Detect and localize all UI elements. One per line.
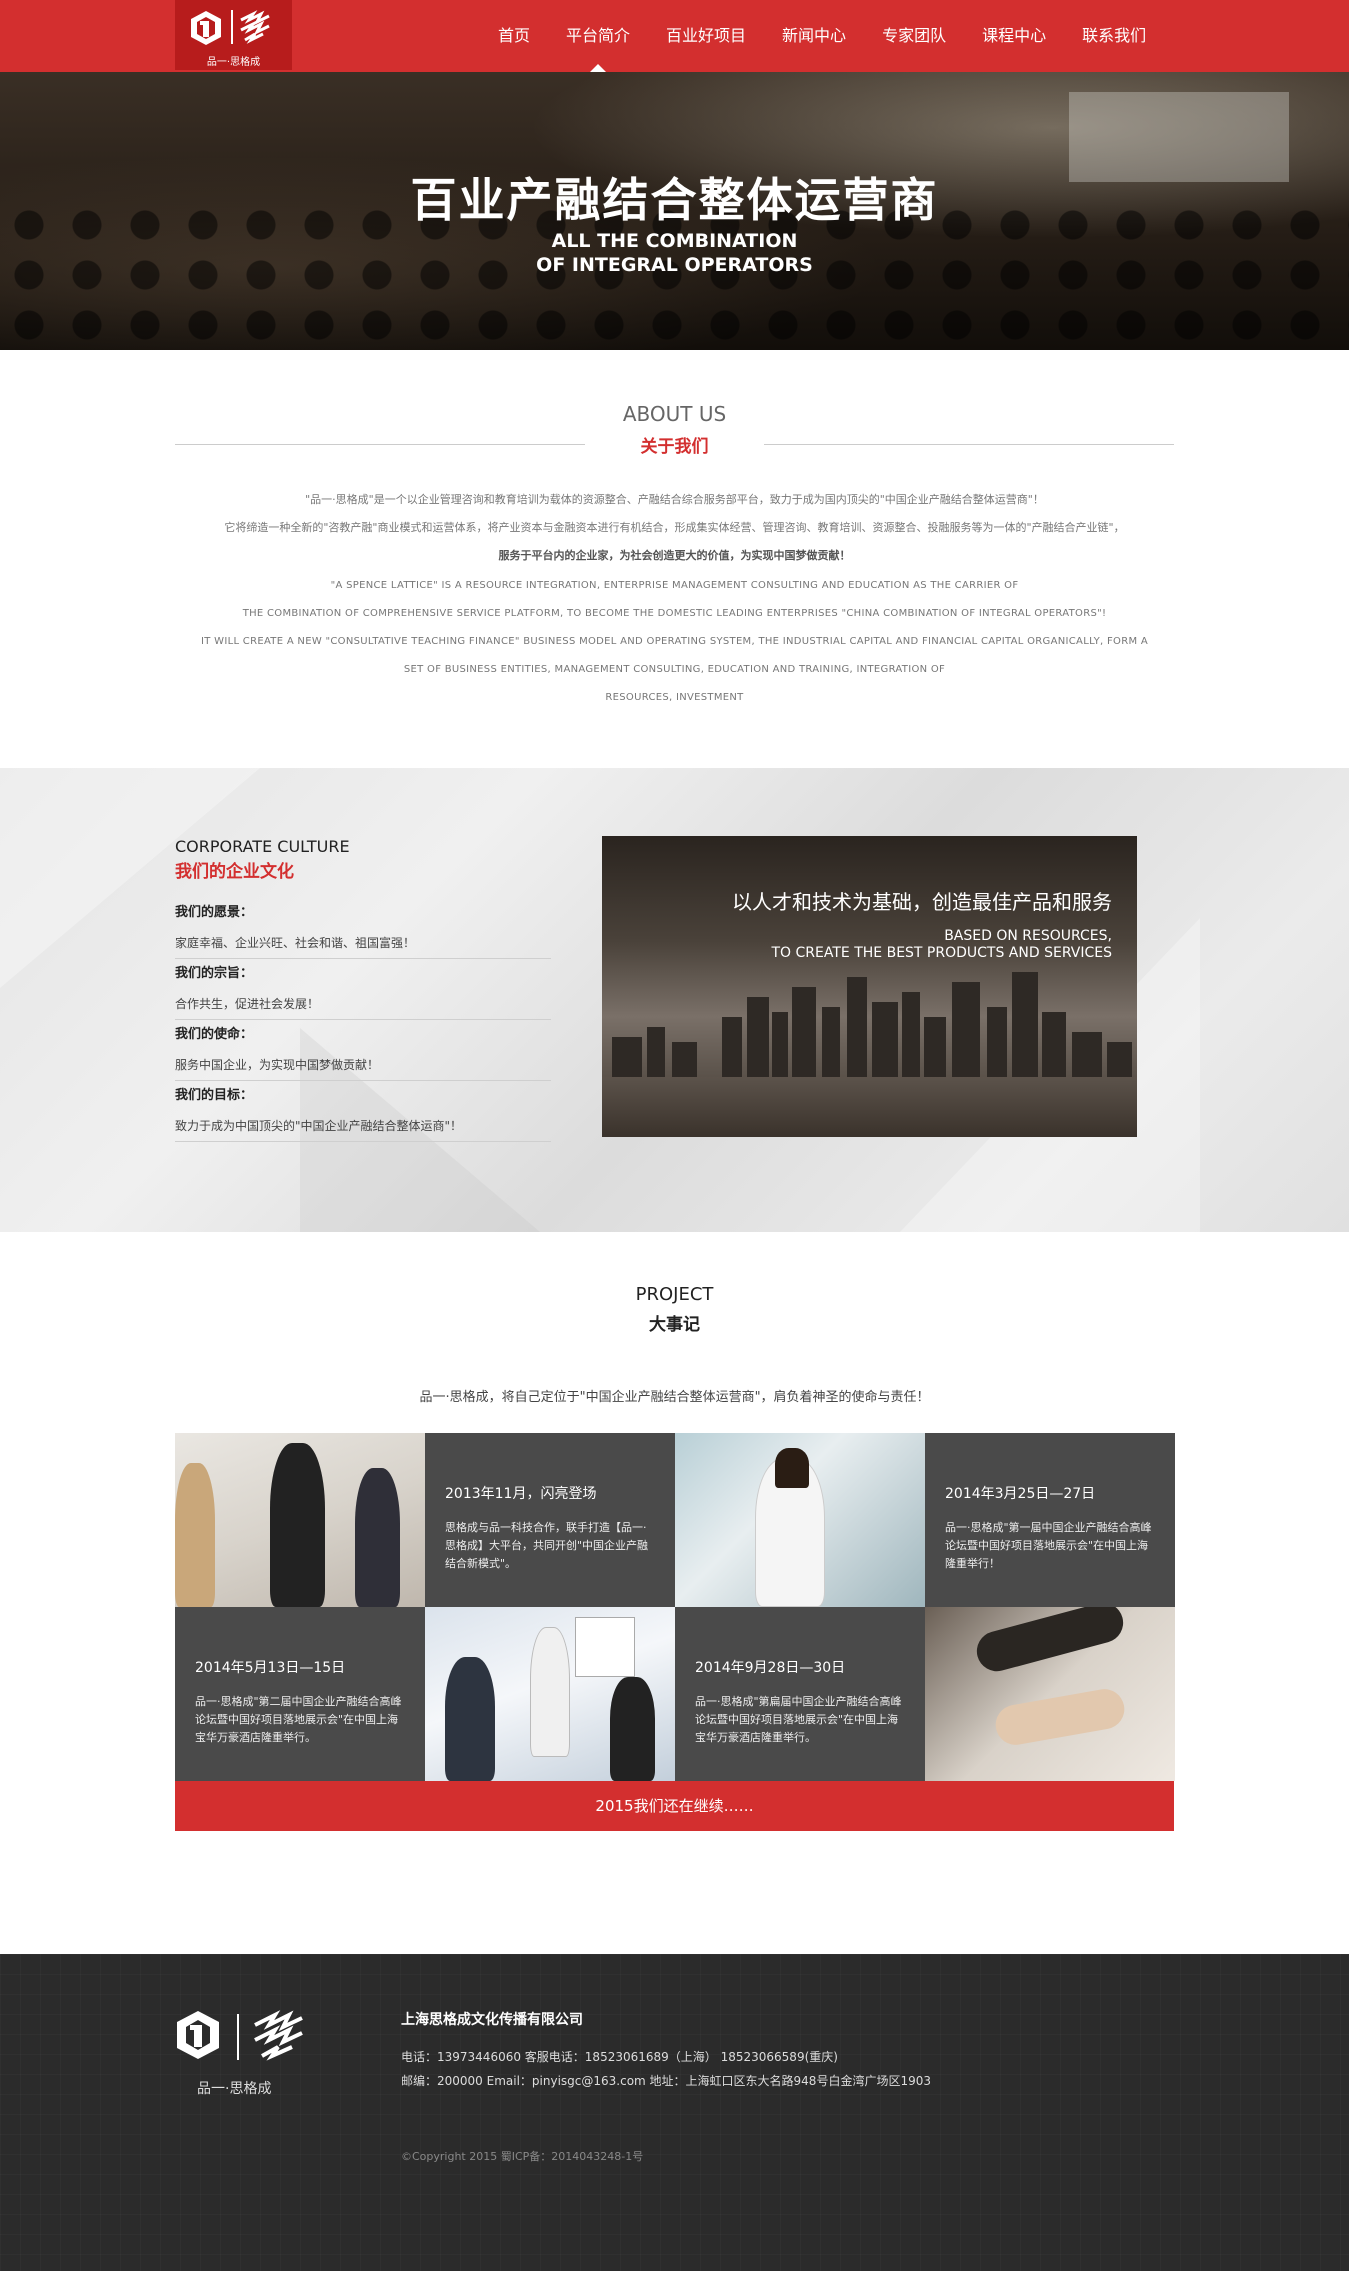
about-en-line5: RESOURCES, INVESTMENT [605, 692, 744, 703]
person-figure [445, 1657, 495, 1781]
event-date: 2014年9月28日—30日 [695, 1660, 846, 1676]
culture-title-en: CORPORATE CULTURE [175, 837, 350, 856]
culture-heading: 我们的宗旨： [175, 966, 254, 981]
banner-subtitle-line1: ALL THE COMBINATION [551, 230, 798, 252]
site-footer: 品一·思格成 上海思格成文化传播有限公司 电话：13973446060 客服电话… [0, 1954, 1349, 2271]
about-cn-line1: "品一·思格成"是一个以企业管理咨询和教育培训为载体的资源整合、产融结合综合服务… [305, 493, 1044, 506]
event-photo-handshake-business [175, 1433, 425, 1607]
event-tile[interactable]: 2014年3月25日—27日 品一·思格成"第一届中国企业产融结合高峰论坛暨中国… [925, 1433, 1175, 1607]
nav-platform[interactable]: 平台简介 [566, 0, 630, 72]
footer-address-line: 邮编：200000 Email：pinyisgc@163.com 地址：上海虹口… [401, 2074, 931, 2088]
footer-copyright: ©Copyright 2015 蜀ICP备：2014043248-1号 [401, 2150, 644, 2163]
event-desc: 品一·思格成"第一届中国企业产融结合高峰论坛暨中国好项目落地展示会"在中国上海隆… [945, 1521, 1152, 1570]
footer-logo-text: 品一·思格成 [197, 2081, 272, 2097]
person-figure [530, 1627, 570, 1757]
nav-home[interactable]: 首页 [498, 0, 530, 72]
logo-hexagon-icon [191, 11, 221, 45]
culture-city-image: 以人才和技术为基础，创造最佳产品和服务 BASED ON RESOURCES, … [602, 836, 1137, 1137]
person-figure [270, 1443, 325, 1607]
about-section: ABOUT US 关于我们 "品一·思格成"是一个以企业管理咨询和教育培训为载体… [0, 350, 1349, 768]
event-tile[interactable]: 2014年5月13日—15日 品一·思格成"第二届中国企业产融结合高峰论坛暨中国… [175, 1607, 425, 1781]
list-item: 我们的使命： 服务中国企业，为实现中国梦做贡献！ [175, 1020, 551, 1081]
culture-value: 家庭幸福、企业兴旺、社会和谐、祖国富强！ [175, 936, 416, 950]
list-item: 我们的宗旨： 合作共生，促进社会发展！ [175, 959, 551, 1020]
hand-image [992, 1686, 1128, 1748]
logo-hexagon-icon [177, 2011, 219, 2059]
event-date: 2014年5月13日—15日 [195, 1660, 346, 1676]
footer-phone-line: 电话：13973446060 客服电话：18523061689（上海） 1852… [401, 2050, 838, 2064]
project-intro: 品一·思格成，将自己定位于"中国企业产融结合整体运营商"，肩负着神圣的使命与责任… [419, 1390, 930, 1405]
about-text-en: "A SPENCE LATTICE" IS A RESOURCE INTEGRA… [175, 572, 1174, 712]
culture-image-caption-en1: BASED ON RESOURCES, [944, 928, 1112, 944]
about-title-en: ABOUT US [622, 402, 727, 426]
event-date: 2014年3月25日—27日 [945, 1486, 1096, 1502]
nav-contact[interactable]: 联系我们 [1082, 0, 1146, 72]
project-title-en: PROJECT [635, 1284, 714, 1305]
logo[interactable]: 品一·思格成 [175, 0, 292, 70]
logo-divider [237, 2014, 239, 2060]
nav-news[interactable]: 新闻中心 [782, 0, 846, 72]
culture-image-caption-cn: 以人才和技术为基础，创造最佳产品和服务 [732, 890, 1112, 914]
event-tile[interactable]: 2013年11月，闪亮登场 思格成与品一科技合作，联手打造【品一·思格成】大平台… [425, 1433, 675, 1607]
person-figure [610, 1677, 655, 1781]
about-en-line1: "A SPENCE LATTICE" IS A RESOURCE INTEGRA… [330, 580, 1019, 591]
footer-company-name: 上海思格成文化传播有限公司 [401, 2012, 583, 2028]
logo-divider [231, 10, 233, 44]
about-en-line2: THE COMBINATION OF COMPREHENSIVE SERVICE… [242, 608, 1107, 619]
culture-value: 服务中国企业，为实现中国梦做贡献！ [175, 1058, 380, 1072]
culture-value: 合作共生，促进社会发展！ [175, 997, 320, 1011]
events-grid: 2013年11月，闪亮登场 思格成与品一科技合作，联手打造【品一·思格成】大平台… [175, 1433, 1175, 1781]
nav-projects[interactable]: 百业好项目 [666, 0, 746, 72]
nav-courses[interactable]: 课程中心 [982, 0, 1046, 72]
event-desc: 品一·思格成"第扁届中国企业产融结合高峰论坛暨中国好项目落地展示会"在中国上海宝… [695, 1695, 902, 1744]
culture-list: 我们的愿景： 家庭幸福、企业兴旺、社会和谐、祖国富强！ 我们的宗旨： 合作共生，… [175, 898, 551, 1142]
main-nav: 首页 平台简介 百业好项目 新闻中心 专家团队 课程中心 联系我们 [480, 0, 1164, 72]
culture-title-cn: 我们的企业文化 [175, 862, 294, 882]
culture-value: 致力于成为中国顶尖的"中国企业产融结合整体运商"！ [175, 1119, 463, 1133]
person-hair [775, 1448, 809, 1488]
event-photo-businesswoman [675, 1433, 925, 1607]
city-skyline-icon [612, 972, 1132, 1077]
culture-heading: 我们的使命： [175, 1027, 254, 1042]
arm-image [972, 1607, 1128, 1676]
road-image [602, 1077, 1137, 1137]
about-en-line3: IT WILL CREATE A NEW "CONSULTATIVE TEACH… [201, 636, 1148, 647]
banner-title: 百业产融结合整体运营商 [410, 173, 939, 227]
project-section: PROJECT 大事记 品一·思格成，将自己定位于"中国企业产融结合整体运营商"… [0, 1232, 1349, 1954]
culture-section: CORPORATE CULTURE 我们的企业文化 我们的愿景： 家庭幸福、企业… [0, 768, 1349, 1232]
about-cn-line2: 它将缔造一种全新的"咨教产融"商业模式和运营体系，将产业资本与金融资本进行有机结… [224, 521, 1125, 534]
about-cn-line3: 服务于平台内的企业家，为社会创造更大的价值，为实现中国梦做贡献！ [498, 549, 851, 562]
continue-banner[interactable]: 2015我们还在继续…… [175, 1781, 1174, 1831]
culture-heading: 我们的愿景： [175, 905, 254, 920]
person-figure [175, 1463, 215, 1607]
logo-text: 品一·思格成 [206, 57, 261, 68]
logo-swirl-icon [240, 10, 270, 44]
footer-logo[interactable]: 品一·思格成 [175, 2010, 310, 2100]
about-title-cn: 关于我们 [640, 437, 709, 457]
event-date: 2013年11月，闪亮登场 [445, 1486, 597, 1502]
logo-swirl-icon [254, 2010, 303, 2061]
flipchart-image [575, 1617, 635, 1677]
event-desc: 品一·思格成"第二届中国企业产融结合高峰论坛暨中国好项目落地展示会"在中国上海宝… [195, 1695, 402, 1744]
hero-banner: 百业产融结合整体运营商 ALL THE COMBINATION OF INTEG… [0, 72, 1349, 350]
event-photo-meeting [425, 1607, 675, 1781]
event-tile[interactable]: 2014年9月28日—30日 品一·思格成"第扁届中国企业产融结合高峰论坛暨中国… [675, 1607, 925, 1781]
about-en-line4: SET OF BUSINESS ENTITIES, MANAGEMENT CON… [403, 664, 946, 675]
site-header: 品一·思格成 首页 平台简介 百业好项目 新闻中心 专家团队 课程中心 联系我们 [0, 0, 1349, 72]
person-figure [355, 1468, 400, 1607]
list-item: 我们的目标： 致力于成为中国顶尖的"中国企业产融结合整体运商"！ [175, 1081, 551, 1142]
project-title-cn: 大事记 [649, 1315, 700, 1335]
banner-subtitle-line2: OF INTEGRAL OPERATORS [536, 254, 813, 276]
event-desc: 思格成与品一科技合作，联手打造【品一·思格成】大平台，共同开创"中国企业产融结合… [445, 1521, 649, 1570]
event-photo-handshake [925, 1607, 1175, 1781]
nav-experts[interactable]: 专家团队 [882, 0, 946, 72]
about-text-cn: "品一·思格成"是一个以企业管理咨询和教育培训为载体的资源整合、产融结合综合服务… [175, 486, 1174, 570]
culture-image-caption-en2: TO CREATE THE BEST PRODUCTS AND SERVICES [771, 945, 1113, 961]
culture-heading: 我们的目标： [175, 1088, 254, 1103]
list-item: 我们的愿景： 家庭幸福、企业兴旺、社会和谐、祖国富强！ [175, 898, 551, 959]
